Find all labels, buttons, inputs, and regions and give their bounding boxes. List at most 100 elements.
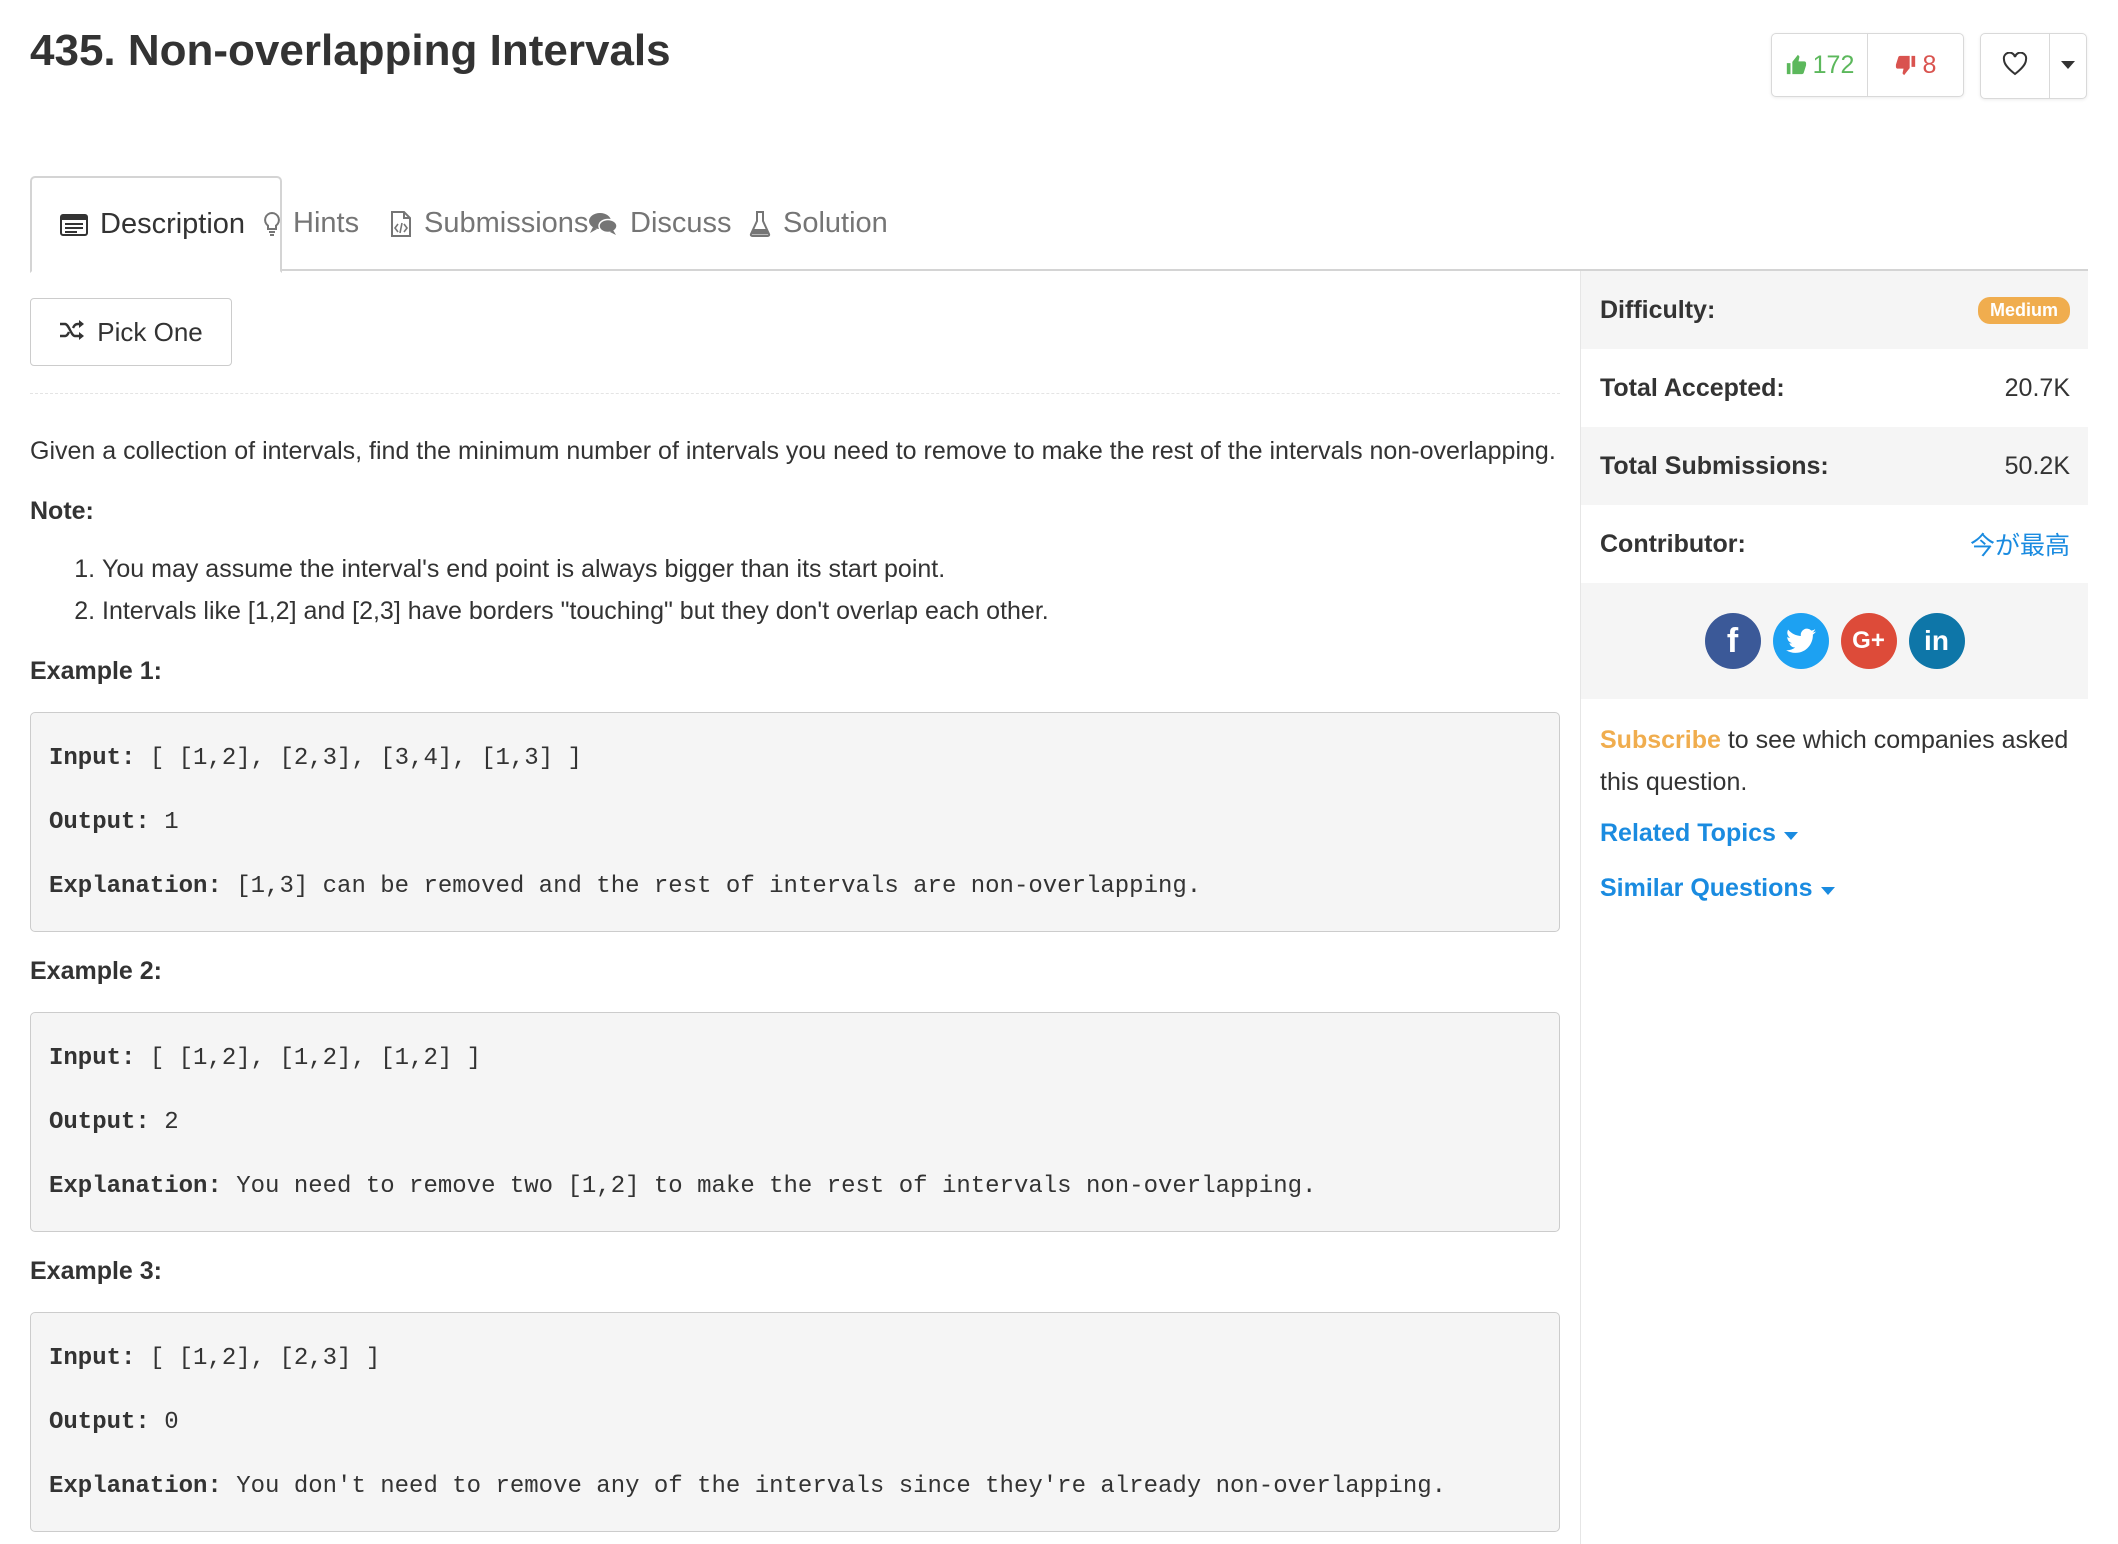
explanation-value: You don't need to remove any of the inte… — [221, 1473, 1447, 1500]
favorite-button[interactable] — [1981, 34, 2050, 98]
favorite-group — [1980, 33, 2087, 99]
tab-hints[interactable]: Hints — [263, 176, 359, 271]
twitter-icon[interactable] — [1772, 613, 1829, 669]
difficulty-badge: Medium — [1977, 296, 2070, 324]
difficulty-row: Difficulty: Medium — [1581, 271, 2088, 349]
accepted-label: Total Accepted: — [1600, 373, 1785, 402]
input-key: Input: — [49, 745, 136, 772]
comments-icon — [588, 212, 618, 236]
page-title: 435. Non-overlapping Intervals — [30, 26, 671, 75]
linkedin-icon[interactable]: in — [1908, 613, 1965, 669]
problem-statement: Given a collection of intervals, find th… — [30, 437, 1556, 465]
upvote-button[interactable]: 172 — [1772, 34, 1868, 96]
input-key: Input: — [49, 1345, 136, 1372]
accepted-row: Total Accepted: 20.7K — [1581, 349, 2088, 427]
favorite-dropdown-button[interactable] — [2050, 34, 2086, 98]
input-key: Input: — [49, 1045, 136, 1072]
example-input-line: Input: [ [1,2], [1,2], [1,2] ] — [49, 1027, 1541, 1091]
linkedin-glyph: in — [1924, 625, 1949, 656]
downvote-button[interactable]: 8 — [1868, 34, 1963, 96]
example-3-box: Input: [ [1,2], [2,3] ] Output: 0 Explan… — [30, 1312, 1560, 1532]
example-input-line: Input: [ [1,2], [2,3] ] — [49, 1327, 1541, 1391]
thumbs-down-icon — [1895, 54, 1917, 76]
contributor-label: Contributor: — [1600, 529, 1746, 558]
problem-description: Given a collection of intervals, find th… — [30, 430, 1560, 1532]
explanation-key: Explanation: — [49, 1173, 222, 1200]
output-value: 2 — [149, 1109, 179, 1136]
flask-icon — [749, 210, 771, 238]
tab-hints-label: Hints — [293, 207, 360, 239]
input-value: [ [1,2], [1,2], [1,2] ] — [135, 1045, 482, 1072]
tab-discuss[interactable]: Discuss — [588, 176, 732, 271]
share-buttons: f G+ in — [1581, 583, 2088, 699]
contributor-row: Contributor: 今が最高 — [1581, 505, 2088, 583]
pick-one-button[interactable]: Pick One — [30, 298, 232, 366]
example-explanation-line: Explanation: You need to remove two [1,2… — [49, 1155, 1541, 1219]
tab-solution[interactable]: Solution — [749, 176, 888, 271]
code-file-icon — [390, 210, 412, 238]
tab-discuss-label: Discuss — [630, 207, 732, 239]
content-divider — [30, 393, 1560, 394]
difficulty-label: Difficulty: — [1600, 295, 1716, 324]
problem-tabs: Description Hints Submissions Discuss So… — [30, 176, 2088, 273]
lightbulb-icon — [263, 211, 281, 237]
tab-description-label: Description — [100, 208, 246, 240]
tab-solution-label: Solution — [783, 207, 888, 239]
example-output-line: Output: 2 — [49, 1091, 1541, 1155]
caret-down-icon — [1820, 874, 1835, 903]
pick-one-label: Pick One — [97, 316, 203, 347]
output-key: Output: — [49, 1409, 150, 1436]
example-explanation-line: Explanation: You don't need to remove an… — [49, 1455, 1541, 1519]
example-explanation-line: Explanation: [1,3] can be removed and th… — [49, 855, 1541, 919]
subscribe-link[interactable]: Subscribe — [1600, 726, 1721, 754]
output-value: 1 — [149, 809, 179, 836]
explanation-key: Explanation: — [49, 873, 222, 900]
caret-down-icon — [1783, 819, 1798, 848]
note-item: You may assume the interval's end point … — [102, 548, 1560, 590]
note-item: Intervals like [1,2] and [2,3] have bord… — [102, 590, 1560, 632]
tab-description[interactable]: Description — [30, 176, 282, 273]
caret-down-icon — [2061, 57, 2075, 75]
facebook-icon[interactable]: f — [1704, 613, 1761, 669]
description-icon — [60, 213, 88, 236]
example-2-label: Example 2: — [30, 957, 163, 985]
example-input-line: Input: [ [1,2], [2,3], [3,4], [1,3] ] — [49, 727, 1541, 791]
output-key: Output: — [49, 1109, 150, 1136]
submissions-row: Total Submissions: 50.2K — [1581, 427, 2088, 505]
submissions-value: 50.2K — [2004, 451, 2070, 480]
problem-info-sidebar: Difficulty: Medium Total Accepted: 20.7K… — [1580, 271, 2088, 1544]
tab-submissions-label: Submissions — [424, 207, 589, 239]
upvote-count: 172 — [1812, 50, 1855, 79]
example-3-label: Example 3: — [30, 1257, 163, 1285]
example-output-line: Output: 0 — [49, 1391, 1541, 1455]
note-list: You may assume the interval's end point … — [30, 548, 1560, 632]
vote-group: 172 8 — [1771, 33, 1964, 97]
example-1-box: Input: [ [1,2], [2,3], [3,4], [1,3] ] Ou… — [30, 712, 1560, 932]
explanation-value: You need to remove two [1,2] to make the… — [221, 1173, 1317, 1200]
downvote-count: 8 — [1922, 50, 1937, 79]
google-plus-glyph: G+ — [1852, 627, 1885, 654]
note-label: Note: — [30, 497, 94, 525]
tab-submissions[interactable]: Submissions — [390, 176, 588, 271]
google-plus-icon[interactable]: G+ — [1840, 613, 1897, 669]
shuffle-icon — [59, 317, 85, 348]
similar-questions-toggle[interactable]: Similar Questions — [1581, 874, 2088, 903]
input-value: [ [1,2], [2,3], [3,4], [1,3] ] — [135, 745, 582, 772]
subscribe-message: Subscribe to see which companies asked t… — [1581, 699, 2088, 803]
explanation-value: [1,3] can be removed and the rest of int… — [221, 873, 1202, 900]
submissions-label: Total Submissions: — [1600, 451, 1829, 480]
related-topics-toggle[interactable]: Related Topics — [1581, 819, 2088, 848]
output-key: Output: — [49, 809, 150, 836]
explanation-key: Explanation: — [49, 1473, 222, 1500]
similar-questions-label: Similar Questions — [1600, 874, 1813, 902]
example-output-line: Output: 1 — [49, 791, 1541, 855]
accepted-value: 20.7K — [2004, 373, 2070, 402]
contributor-link[interactable]: 今が最高 — [1970, 526, 2070, 562]
example-2-box: Input: [ [1,2], [1,2], [1,2] ] Output: 2… — [30, 1012, 1560, 1232]
output-value: 0 — [149, 1409, 179, 1436]
facebook-glyph: f — [1726, 621, 1739, 660]
input-value: [ [1,2], [2,3] ] — [135, 1345, 381, 1372]
thumbs-up-icon — [1785, 54, 1807, 76]
example-1-label: Example 1: — [30, 657, 163, 685]
related-topics-label: Related Topics — [1600, 819, 1776, 847]
